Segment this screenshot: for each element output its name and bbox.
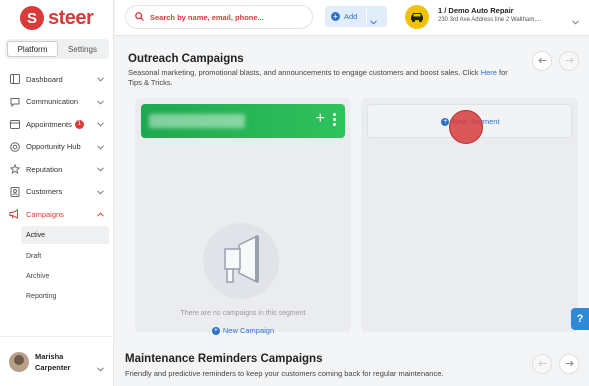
search-input[interactable] [150, 12, 300, 22]
avatar [9, 351, 29, 372]
plus-circle-icon: + [211, 326, 220, 335]
outreach-desc-text: Seasonal marketing, promotional blasts, … [128, 68, 481, 77]
arrow-right-icon [565, 359, 574, 370]
sidebar-item-label: Campaigns [26, 209, 64, 219]
chevron-down-icon[interactable] [370, 18, 377, 27]
maintenance-scroll-left[interactable] [532, 354, 552, 374]
plus-icon: + [331, 12, 340, 21]
megaphone-icon [9, 209, 20, 220]
search-icon [135, 8, 144, 26]
sidebar: S steer Platform Settings Dashboard Comm… [0, 0, 114, 386]
sidebar-item-reputation[interactable]: Reputation [0, 158, 114, 181]
click-indicator [449, 110, 483, 144]
chat-icon [9, 96, 20, 107]
chevron-down-icon [97, 120, 104, 129]
logo-badge: S [20, 6, 44, 30]
user-menu[interactable]: Marisha Carpenter [0, 336, 114, 386]
empty-illustration [203, 223, 279, 299]
help-button[interactable]: ? [571, 308, 589, 330]
arrow-left-icon [537, 359, 547, 370]
sidebar-item-campaigns[interactable]: Campaigns [0, 203, 114, 226]
scroll-left-button[interactable] [532, 51, 552, 71]
outreach-title: Outreach Campaigns [128, 53, 244, 65]
empty-state-text: There are no campaigns in this segment [180, 310, 306, 317]
chevron-down-icon [97, 98, 104, 107]
new-campaign-label: New Campaign [222, 326, 275, 335]
add-button[interactable]: + Add [325, 6, 387, 27]
chevron-down-icon[interactable] [572, 12, 579, 30]
sidebar-nav: Dashboard Communication Appointments 1 O… [0, 68, 114, 226]
outreach-description: Seasonal marketing, promotional blasts, … [128, 68, 523, 88]
sidebar-item-label: Opportunity Hub [26, 142, 81, 152]
arrow-left-icon [537, 56, 547, 67]
logo[interactable]: S steer [20, 6, 94, 30]
user-first-name: Marisha [35, 351, 64, 361]
maintenance-title: Maintenance Reminders Campaigns [125, 353, 323, 365]
business-car-icon [405, 5, 429, 29]
maintenance-description: Friendly and predictive reminders to kee… [125, 369, 444, 378]
segment-column: + There are no campaigns in this segment… [135, 98, 351, 335]
arrow-right-icon [565, 56, 574, 67]
target-icon [9, 141, 20, 152]
sidebar-sub-archive[interactable]: Archive [21, 267, 109, 285]
star-icon [9, 164, 20, 175]
outreach-panel: Outreach Campaigns Seasonal marketing, p… [118, 43, 586, 338]
appointments-badge: 1 [74, 119, 84, 129]
new-campaign-button[interactable]: + New Campaign [135, 326, 351, 335]
add-campaign-plus-icon[interactable]: + [316, 110, 325, 128]
chevron-down-icon [97, 359, 104, 377]
platform-settings-toggle: Platform Settings [5, 39, 109, 59]
sidebar-item-label: Customers [26, 187, 63, 197]
chevron-down-icon [97, 188, 104, 197]
sidebar-sub-reporting[interactable]: Reporting [21, 287, 109, 305]
tab-settings[interactable]: Settings [58, 41, 107, 57]
topbar: + Add 1 / Demo Auto Repair 230 3rd Ave A… [115, 0, 589, 36]
sidebar-item-label: Appointments [26, 119, 72, 129]
dashboard-icon [9, 74, 20, 85]
megaphone-icon [224, 234, 259, 284]
main-content: Outreach Campaigns Seasonal marketing, p… [115, 37, 589, 386]
sidebar-item-customers[interactable]: Customers [0, 181, 114, 204]
more-vertical-icon[interactable] [333, 113, 336, 128]
chevron-down-icon [97, 75, 104, 84]
chevron-down-icon [97, 143, 104, 152]
sidebar-item-communication[interactable]: Communication [0, 91, 114, 114]
sidebar-item-dashboard[interactable]: Dashboard [0, 68, 114, 91]
chevron-down-icon [97, 165, 104, 174]
sidebar-sub-active[interactable]: Active [21, 226, 109, 244]
sidebar-item-opportunity-hub[interactable]: Opportunity Hub [0, 136, 114, 159]
tips-link[interactable]: Here [481, 68, 497, 77]
business-name[interactable]: 1 / Demo Auto Repair [438, 6, 514, 15]
sidebar-item-label: Reputation [26, 164, 63, 174]
contacts-icon [9, 186, 20, 197]
sidebar-item-label: Communication [26, 97, 79, 107]
user-last-name: Carpenter [35, 362, 71, 372]
add-button-label: Add [344, 12, 358, 21]
business-address: 230 3rd Ave Address line 2 Waltham,... [438, 17, 542, 23]
sidebar-item-label: Dashboard [26, 74, 63, 84]
maintenance-scroll-right[interactable] [559, 354, 579, 374]
divider [366, 9, 367, 24]
calendar-icon [9, 119, 20, 130]
tab-platform[interactable]: Platform [7, 41, 58, 57]
chevron-up-icon [97, 210, 104, 219]
logo-text: steer [48, 6, 94, 29]
sidebar-sub-draft[interactable]: Draft [21, 247, 109, 265]
sidebar-item-appointments[interactable]: Appointments 1 [0, 113, 114, 136]
segment-name-blurred [149, 114, 245, 128]
segment-header: + [141, 104, 345, 138]
scroll-right-button[interactable] [559, 51, 579, 71]
search-box[interactable] [125, 5, 313, 29]
